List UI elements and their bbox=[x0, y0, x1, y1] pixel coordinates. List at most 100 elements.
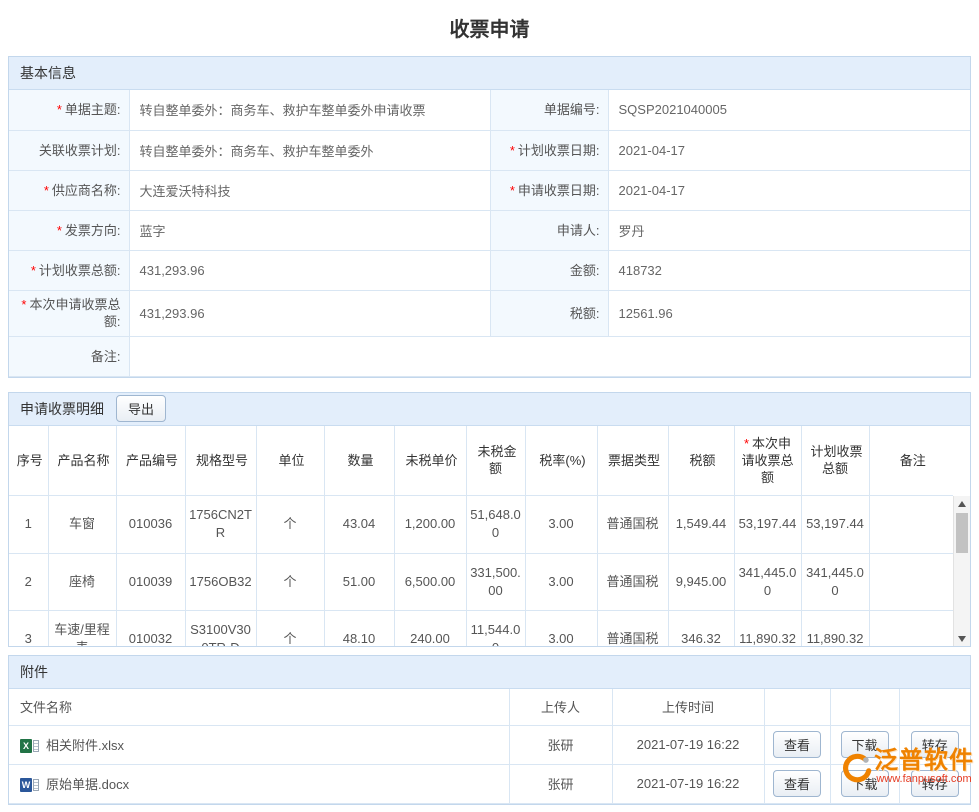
cell-plan-total: 11,890.32 bbox=[801, 610, 869, 646]
detail-header-row: 序号 产品名称 产品编号 规格型号 单位 数量 未税单价 未税金额 税率(%) … bbox=[9, 426, 953, 496]
cell-unit: 个 bbox=[256, 496, 324, 553]
cell-tax-rate: 3.00 bbox=[525, 553, 597, 610]
download-button[interactable]: 下载 bbox=[841, 731, 889, 758]
scrollbar-thumb[interactable] bbox=[956, 513, 968, 553]
field-label: *发票方向: bbox=[9, 210, 129, 250]
column-header: 产品名称 bbox=[48, 426, 116, 496]
column-header: 单位 bbox=[256, 426, 324, 496]
action-cell: 转存 bbox=[899, 764, 970, 803]
column-header: 税率(%) bbox=[525, 426, 597, 496]
column-header-file-name: 文件名称 bbox=[9, 689, 509, 725]
uploader-cell: 张研 bbox=[509, 764, 612, 803]
column-header: 票据类型 bbox=[597, 426, 668, 496]
section-title: 申请收票明细 bbox=[20, 399, 104, 419]
transfer-button[interactable]: 转存 bbox=[911, 731, 959, 758]
field-value: 转自整单委外：商务车、救护车整单委外 bbox=[129, 130, 490, 170]
view-button[interactable]: 查看 bbox=[773, 731, 821, 758]
vertical-scrollbar[interactable] bbox=[953, 496, 970, 646]
column-header-empty bbox=[830, 689, 899, 725]
column-header: 规格型号 bbox=[185, 426, 256, 496]
cell-product-name: 车速/里程表 bbox=[48, 610, 116, 646]
cell-remark bbox=[869, 496, 953, 553]
column-header: 备注 bbox=[869, 426, 953, 496]
cell-product-code: 010032 bbox=[116, 610, 185, 646]
field-label: 单据编号: bbox=[490, 90, 608, 130]
column-header: 未税单价 bbox=[394, 426, 466, 496]
view-button[interactable]: 查看 bbox=[773, 770, 821, 797]
field-value: 431,293.96 bbox=[129, 250, 490, 290]
cell-spec: 1756CN2TR bbox=[185, 496, 256, 553]
cell-invoice-type: 普通国税 bbox=[597, 610, 668, 646]
field-label: *单据主题: bbox=[9, 90, 129, 130]
table-row: 3 车速/里程表 010032 S3100V300TR-D 个 48.10 24… bbox=[9, 610, 953, 646]
scroll-up-icon[interactable] bbox=[954, 496, 970, 511]
field-value bbox=[129, 336, 970, 376]
attachments-header-row: 文件名称 上传人 上传时间 bbox=[9, 689, 970, 725]
field-label: 关联收票计划: bbox=[9, 130, 129, 170]
cell-qty: 43.04 bbox=[324, 496, 394, 553]
action-cell: 查看 bbox=[764, 725, 830, 764]
form-row: 关联收票计划: 转自整单委外：商务车、救护车整单委外 *计划收票日期: 2021… bbox=[9, 130, 970, 170]
required-asterisk: * bbox=[510, 143, 515, 158]
file-name-cell: W原始单据.docx bbox=[9, 764, 509, 803]
required-asterisk: * bbox=[57, 102, 62, 117]
field-value: 418732 bbox=[608, 250, 970, 290]
cell-qty: 51.00 bbox=[324, 553, 394, 610]
column-header: 计划收票总额 bbox=[801, 426, 869, 496]
cell-seq: 2 bbox=[9, 553, 48, 610]
column-header-upload-time: 上传时间 bbox=[612, 689, 764, 725]
transfer-button[interactable]: 转存 bbox=[911, 770, 959, 797]
cell-plan-total: 53,197.44 bbox=[801, 496, 869, 553]
field-label: 税额: bbox=[490, 290, 608, 336]
required-asterisk: * bbox=[31, 263, 36, 278]
field-value: 2021-04-17 bbox=[608, 170, 970, 210]
column-header: 未税金额 bbox=[466, 426, 525, 496]
detail-table-body: 1 车窗 010036 1756CN2TR 个 43.04 1,200.00 5… bbox=[9, 496, 970, 646]
form-row: *本次申请收票总额: 431,293.96 税额: 12561.96 bbox=[9, 290, 970, 336]
form-row: *单据主题: 转自整单委外：商务车、救护车整单委外申请收票 单据编号: SQSP… bbox=[9, 90, 970, 130]
field-label: 申请人: bbox=[490, 210, 608, 250]
cell-tax: 346.32 bbox=[668, 610, 734, 646]
cell-spec: S3100V300TR-D bbox=[185, 610, 256, 646]
field-label: *申请收票日期: bbox=[490, 170, 608, 210]
cell-tax: 1,549.44 bbox=[668, 496, 734, 553]
cell-remark bbox=[869, 553, 953, 610]
file-name: 相关附件.xlsx bbox=[46, 738, 124, 753]
cell-tax-rate: 3.00 bbox=[525, 610, 597, 646]
field-label: *供应商名称: bbox=[9, 170, 129, 210]
cell-qty: 48.10 bbox=[324, 610, 394, 646]
cell-apply-total: 11,890.32 bbox=[734, 610, 801, 646]
cell-remark bbox=[869, 610, 953, 646]
required-asterisk: * bbox=[21, 297, 26, 312]
uploader-cell: 张研 bbox=[509, 725, 612, 764]
action-cell: 查看 bbox=[764, 764, 830, 803]
cell-amount: 331,500.00 bbox=[466, 553, 525, 610]
cell-seq: 1 bbox=[9, 496, 48, 553]
page-title: 收票申请 bbox=[0, 0, 979, 56]
form-row: *供应商名称: 大连爱沃特科技 *申请收票日期: 2021-04-17 bbox=[9, 170, 970, 210]
cell-apply-total: 53,197.44 bbox=[734, 496, 801, 553]
scroll-down-icon[interactable] bbox=[954, 631, 970, 646]
cell-price: 240.00 bbox=[394, 610, 466, 646]
action-cell: 下载 bbox=[830, 764, 899, 803]
form-row: 备注: bbox=[9, 336, 970, 376]
download-button[interactable]: 下载 bbox=[841, 770, 889, 797]
basic-info-form: *单据主题: 转自整单委外：商务车、救护车整单委外申请收票 单据编号: SQSP… bbox=[9, 90, 970, 377]
field-value: 转自整单委外：商务车、救护车整单委外申请收票 bbox=[129, 90, 490, 130]
attachments-panel: 附件 文件名称 上传人 上传时间 X相关附件.xlsx 张研 2021-07-1… bbox=[8, 655, 971, 805]
field-label: 金额: bbox=[490, 250, 608, 290]
export-button[interactable]: 导出 bbox=[116, 395, 166, 422]
cell-product-name: 车窗 bbox=[48, 496, 116, 553]
required-asterisk: * bbox=[44, 183, 49, 198]
basic-info-panel: 基本信息 *单据主题: 转自整单委外：商务车、救护车整单委外申请收票 单据编号:… bbox=[8, 56, 971, 378]
column-header: 数量 bbox=[324, 426, 394, 496]
cell-product-name: 座椅 bbox=[48, 553, 116, 610]
required-asterisk: * bbox=[510, 183, 515, 198]
table-row: 1 车窗 010036 1756CN2TR 个 43.04 1,200.00 5… bbox=[9, 496, 953, 553]
field-value: 431,293.96 bbox=[129, 290, 490, 336]
cell-unit: 个 bbox=[256, 553, 324, 610]
column-header-empty bbox=[764, 689, 830, 725]
cell-amount: 11,544.00 bbox=[466, 610, 525, 646]
field-value: 大连爱沃特科技 bbox=[129, 170, 490, 210]
basic-info-section-header: 基本信息 bbox=[9, 57, 970, 90]
